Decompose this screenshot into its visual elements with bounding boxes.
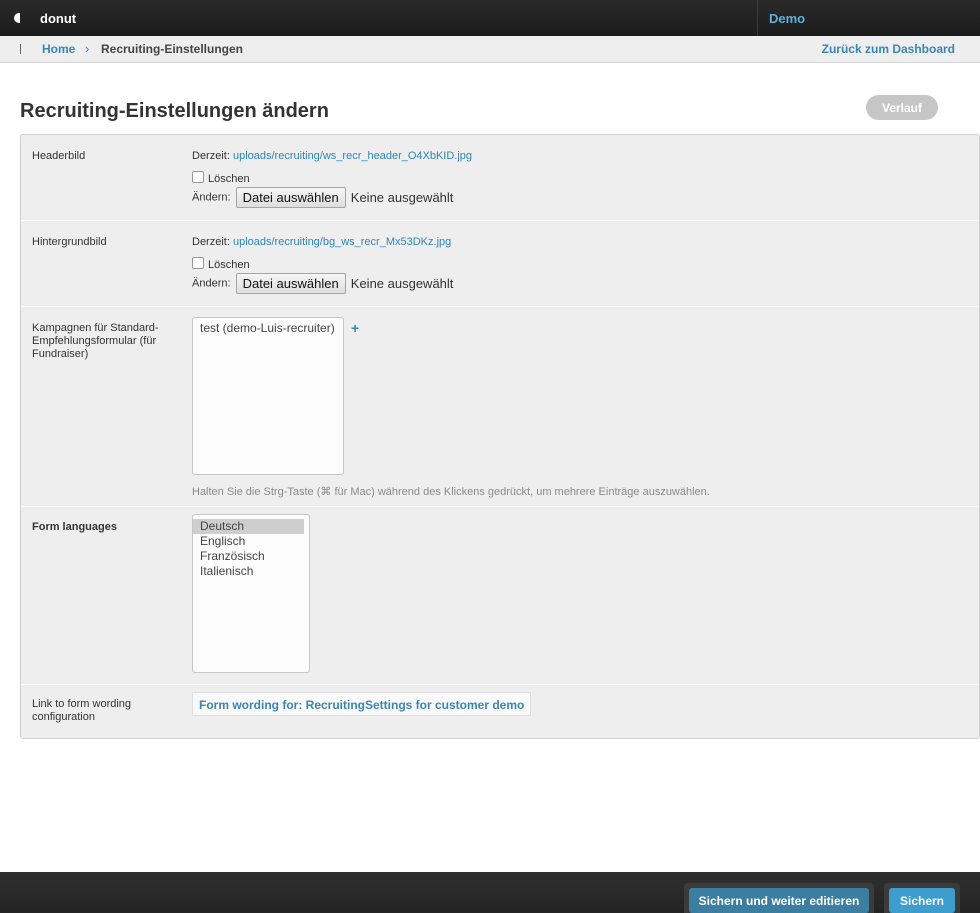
form-row-wording: Link to form wording configuration Form …: [21, 685, 979, 740]
brand[interactable]: donut: [14, 0, 76, 36]
history-button[interactable]: Verlauf: [866, 95, 938, 120]
form-row-background-image: Hintergrundbild Derzeit: uploads/recruit…: [21, 221, 979, 307]
form-row-header-image: Headerbild Derzeit: uploads/recruiting/w…: [21, 135, 979, 221]
background-image-label: Hintergrundbild: [32, 236, 107, 248]
multi-select-help-text: Halten Sie die Strg-Taste (⌘ für Mac) wä…: [192, 486, 710, 498]
background-image-change-prefix: Ändern:: [192, 277, 231, 290]
background-image-file-link[interactable]: uploads/recruiting/bg_ws_recr_Mx53DKz.jp…: [233, 236, 451, 248]
header-image-file-link[interactable]: uploads/recruiting/ws_recr_header_O4XbKI…: [233, 150, 472, 162]
header-image-field: Derzeit: uploads/recruiting/ws_recr_head…: [192, 135, 892, 221]
submit-footer: Sichern und weiter editieren Sichern: [0, 872, 980, 913]
header-image-label: Headerbild: [32, 150, 86, 162]
language-option-deutsch[interactable]: Deutsch: [193, 519, 304, 534]
campaign-option[interactable]: test (demo-Luis-recruiter): [193, 321, 343, 336]
background-image-current-prefix: Derzeit:: [192, 236, 230, 248]
breadcrumb-home-link[interactable]: Home: [42, 42, 75, 56]
form-row-languages: Form languages Deutsch Englisch Französi…: [21, 507, 979, 685]
header-image-change-prefix: Ändern:: [192, 191, 231, 204]
form-row-campaigns: Kampagnen für Standard-Empfehlungsformul…: [21, 307, 979, 507]
breadcrumb: Home › Recruiting-Einstellungen Zurück z…: [0, 36, 980, 63]
language-option-englisch[interactable]: Englisch: [193, 534, 304, 549]
languages-label: Form languages: [32, 521, 117, 533]
header-image-current-prefix: Derzeit:: [192, 150, 230, 162]
brand-name: donut: [40, 10, 77, 26]
save-continue-button-frame: Sichern und weiter editieren: [684, 883, 874, 913]
header-image-no-file-text: Keine ausgewählt: [350, 190, 454, 205]
breadcrumb-current: Recruiting-Einstellungen: [101, 42, 244, 56]
background-image-delete-checkbox[interactable]: [192, 257, 204, 269]
add-campaign-plus-icon[interactable]: +: [351, 320, 359, 336]
user-name[interactable]: Demo: [769, 11, 805, 26]
top-header: donut Demo: [0, 0, 980, 36]
save-button-frame: Sichern: [884, 883, 960, 913]
header-image-delete-label: Löschen: [208, 173, 250, 185]
background-image-choose-file-button[interactable]: Datei auswählen: [235, 273, 346, 294]
campaigns-label: Kampagnen für Standard-Empfehlungsformul…: [32, 322, 159, 360]
donut-logo-icon: [14, 13, 20, 23]
background-image-no-file-text: Keine ausgewählt: [350, 276, 454, 291]
campaigns-select[interactable]: test (demo-Luis-recruiter): [192, 317, 344, 475]
settings-form: Headerbild Derzeit: uploads/recruiting/w…: [20, 134, 980, 739]
back-to-dashboard-link[interactable]: Zurück zum Dashboard: [822, 42, 955, 56]
chevron-right-icon: ›: [85, 41, 90, 56]
breadcrumb-divider: [20, 44, 21, 54]
background-image-field: Derzeit: uploads/recruiting/bg_ws_recr_M…: [192, 221, 892, 307]
save-and-continue-button[interactable]: Sichern und weiter editieren: [689, 888, 869, 913]
form-wording-link[interactable]: Form wording for: RecruitingSettings for…: [192, 692, 532, 716]
page-title: Recruiting-Einstellungen ändern: [20, 100, 329, 122]
language-option-italienisch[interactable]: Italienisch: [193, 564, 304, 579]
user-menu[interactable]: Demo: [757, 0, 980, 36]
wording-label: Link to form wording configuration: [32, 698, 132, 723]
save-button[interactable]: Sichern: [889, 888, 955, 913]
background-image-delete-label: Löschen: [208, 259, 250, 271]
header-image-choose-file-button[interactable]: Datei auswählen: [235, 187, 346, 208]
header-image-delete-checkbox[interactable]: [192, 171, 204, 183]
language-option-franzoesisch[interactable]: Französisch: [193, 549, 304, 564]
languages-select[interactable]: Deutsch Englisch Französisch Italienisch: [192, 514, 310, 673]
